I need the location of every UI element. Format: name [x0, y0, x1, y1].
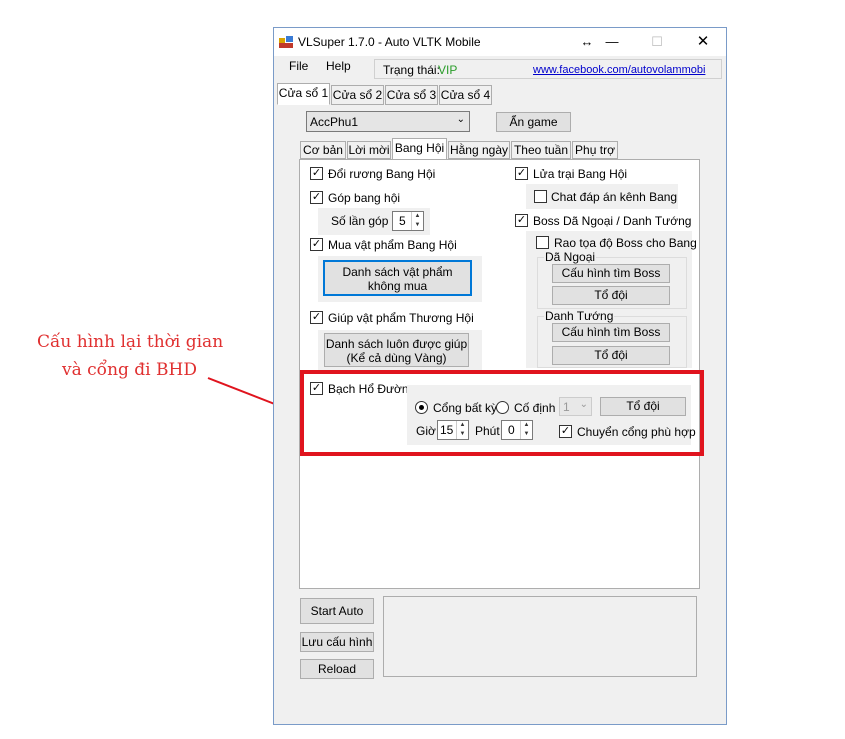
- boss-checkbox[interactable]: ✓: [515, 214, 528, 227]
- tab-window-4[interactable]: Cửa sổ 4: [439, 85, 492, 105]
- danh-sach-giup-button[interactable]: Danh sách luôn được giúp (Kể cả dùng Vàn…: [324, 333, 469, 367]
- tab-co-ban[interactable]: Cơ bản: [300, 141, 346, 159]
- resize-icon[interactable]: ↔: [576, 32, 598, 52]
- rao-toa-do-checkbox[interactable]: [536, 236, 549, 249]
- minimize-button[interactable]: —: [601, 32, 623, 52]
- da-ngoai-group-label: Dã Ngoại: [544, 250, 597, 264]
- tab-bang-hoi[interactable]: Bang Hội: [392, 138, 447, 160]
- save-config-button[interactable]: Lưu cấu hình: [300, 632, 374, 652]
- app-window: VLSuper 1.7.0 - Auto VLTK Mobile ↔ — ☐ ✕…: [273, 27, 727, 725]
- tab-window-2[interactable]: Cửa sổ 2: [331, 85, 384, 105]
- giup-vat-pham-label: Giúp vật phẩm Thương Hội: [328, 311, 474, 325]
- gop-bang-hoi-checkbox[interactable]: ✓: [310, 191, 323, 204]
- mua-vat-pham-checkbox[interactable]: ✓: [310, 238, 323, 251]
- danh-tuong-to-doi-button[interactable]: Tổ đội: [552, 346, 670, 365]
- title-bar: VLSuper 1.7.0 - Auto VLTK Mobile ↔ — ☐ ✕: [274, 28, 726, 56]
- tab-window-1[interactable]: Cửa sổ 1: [277, 83, 330, 105]
- danh-sach-khong-mua-line1: Danh sách vật phẩm: [342, 265, 453, 279]
- doi-ruong-label: Đổi rương Bang Hội: [328, 167, 436, 181]
- so-lan-gop-label: Số lần góp: [331, 214, 389, 228]
- window-title: VLSuper 1.7.0 - Auto VLTK Mobile: [298, 35, 481, 49]
- lua-trai-label: Lửa trại Bang Hội: [533, 167, 628, 181]
- start-auto-button[interactable]: Start Auto: [300, 598, 374, 624]
- facebook-link[interactable]: www.facebook.com/autovolammobi: [533, 64, 705, 76]
- mua-vat-pham-label: Mua vật phẩm Bang Hội: [328, 238, 457, 252]
- danh-sach-giup-line2: (Kể cả dùng Vàng): [346, 351, 447, 365]
- maximize-button[interactable]: ☐: [646, 32, 668, 52]
- highlight-box: [300, 370, 704, 456]
- status-label: Trạng thái:: [383, 63, 440, 77]
- tab-window-3[interactable]: Cửa sổ 3: [385, 85, 438, 105]
- annotation-line-1: Cấu hình lại thời gian: [37, 332, 224, 352]
- menu-help[interactable]: Help: [326, 59, 351, 73]
- danh-sach-giup-line1: Danh sách luôn được giúp: [325, 337, 468, 351]
- tab-loi-moi[interactable]: Lời mời: [347, 141, 391, 159]
- chat-dap-an-checkbox[interactable]: [534, 190, 547, 203]
- da-ngoai-to-doi-button[interactable]: Tổ đội: [552, 286, 670, 305]
- account-select-value: AccPhu1: [310, 115, 359, 129]
- app-icon: [279, 36, 293, 48]
- annotation-line-2: và cổng đi BHD: [62, 360, 197, 380]
- danh-sach-khong-mua-button[interactable]: Danh sách vật phẩm không mua: [323, 260, 472, 296]
- status-value: VIP: [438, 63, 458, 77]
- chat-dap-an-label: Chat đáp án kênh Bang: [551, 190, 678, 204]
- hide-game-button[interactable]: Ẩn game: [496, 112, 571, 132]
- stepper-arrows-icon[interactable]: ▲ ▼: [411, 212, 423, 230]
- da-ngoai-cau-hinh-boss-button[interactable]: Cấu hình tìm Boss: [552, 264, 670, 283]
- gop-bang-hoi-label: Góp bang hội: [328, 191, 401, 205]
- log-textbox[interactable]: [383, 596, 697, 677]
- so-lan-gop-value: 5: [399, 214, 406, 228]
- rao-toa-do-label: Rao tọa độ Boss cho Bang: [554, 236, 697, 250]
- so-lan-gop-stepper[interactable]: 5 ▲ ▼: [392, 211, 424, 231]
- lua-trai-checkbox[interactable]: ✓: [515, 167, 528, 180]
- tab-theo-tuan[interactable]: Theo tuần: [511, 141, 571, 159]
- danh-tuong-group-label: Danh Tướng: [544, 309, 615, 323]
- danh-sach-khong-mua-line2: không mua: [367, 279, 428, 293]
- chevron-down-icon: ⌄: [456, 114, 465, 125]
- tab-phu-tro[interactable]: Phụ trợ: [572, 141, 618, 159]
- doi-ruong-checkbox[interactable]: ✓: [310, 167, 323, 180]
- account-select[interactable]: AccPhu1 ⌄: [306, 111, 470, 132]
- giup-vat-pham-checkbox[interactable]: ✓: [310, 311, 323, 324]
- boss-label: Boss Dã Ngoại / Danh Tướng: [533, 214, 692, 228]
- close-button[interactable]: ✕: [692, 32, 714, 52]
- tab-hang-ngay[interactable]: Hằng ngày: [448, 141, 510, 159]
- menu-file[interactable]: File: [289, 59, 308, 73]
- reload-button[interactable]: Reload: [300, 659, 374, 679]
- danh-tuong-cau-hinh-boss-button[interactable]: Cấu hình tìm Boss: [552, 323, 670, 342]
